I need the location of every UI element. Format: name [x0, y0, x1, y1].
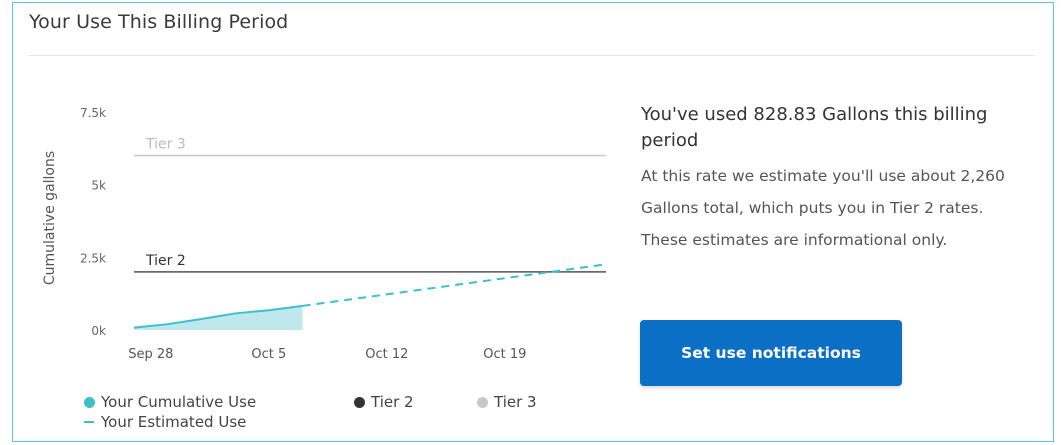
usage-series: [133, 263, 607, 330]
x-tick-label: Oct 19: [483, 347, 526, 362]
y-tick-label: 0k: [91, 324, 106, 338]
usage-chart: Cumulative gallons 0k 2.5k 5k 7.5k Sep 28 Oc…: [42, 106, 607, 362]
tier-3-dot-icon: [477, 397, 488, 408]
x-tick-label: Sep 28: [128, 347, 173, 362]
legend-item-estimated-use: Your Estimated Use: [84, 413, 246, 431]
cumulative-use-dot-icon: [84, 397, 95, 408]
legend-cumulative-label: Your Cumulative Use: [101, 393, 257, 411]
legend-tier3-label: Tier 3: [494, 393, 537, 411]
y-tick-labels: 0k 2.5k 5k 7.5k: [80, 106, 106, 338]
legend-item-tier-3: Tier 3: [477, 393, 537, 411]
estimated-use-dash-icon: [84, 421, 94, 423]
x-tick-label: Oct 12: [365, 347, 408, 362]
x-tick-label: Oct 5: [251, 347, 286, 362]
estimated-use-line: [302, 263, 607, 307]
set-use-notifications-button[interactable]: Set use notifications: [640, 320, 902, 386]
tier-threshold-label: Tier 2: [145, 253, 186, 269]
tier-threshold-label: Tier 3: [145, 137, 186, 153]
y-tick-label: 7.5k: [80, 106, 106, 120]
y-tick-label: 5k: [91, 179, 106, 193]
y-axis-title-group: Cumulative gallons: [42, 151, 58, 285]
usage-summary: You've used 828.83 Gallons this billing …: [641, 102, 1031, 256]
tier-threshold-lines: Tier 2 Tier 3: [134, 137, 606, 273]
legend-item-tier-2: Tier 2: [354, 393, 414, 411]
y-axis-label: Cumulative gallons: [42, 151, 58, 285]
y-tick-label: 2.5k: [80, 251, 106, 265]
tier-2-dot-icon: [354, 397, 365, 408]
legend-estimated-label: Your Estimated Use: [101, 413, 247, 431]
usage-summary-text: At this rate we estimate you'll use abou…: [641, 167, 1005, 249]
legend-item-cumulative-use: Your Cumulative Use: [84, 393, 256, 411]
legend-tier2-label: Tier 2: [371, 393, 414, 411]
usage-summary-heading: You've used 828.83 Gallons this billing …: [641, 104, 988, 151]
x-tick-labels: Sep 28 Oct 5 Oct 12 Oct 19: [128, 347, 526, 362]
